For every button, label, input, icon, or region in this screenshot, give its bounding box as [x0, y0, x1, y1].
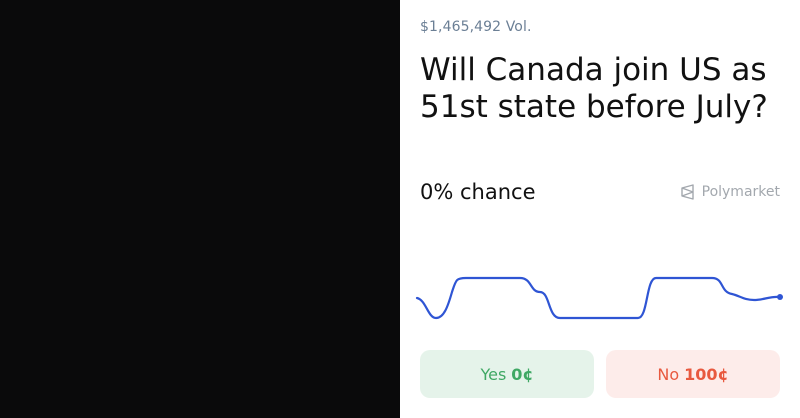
polymarket-logo-icon [680, 184, 696, 200]
no-label: No [657, 364, 680, 384]
no-price: 100¢ [684, 364, 729, 384]
sparkline-endpoint [777, 294, 783, 300]
yes-label: Yes [480, 364, 507, 384]
yes-price: 0¢ [511, 364, 534, 384]
no-button[interactable]: No 100¢ [606, 350, 780, 398]
market-question[interactable]: Will Canada join US as 51st state before… [420, 52, 790, 126]
volume-label: $1,465,492 Vol. [420, 19, 532, 35]
chance-label: 0% chance [420, 180, 536, 204]
brand-name: Polymarket [701, 184, 780, 200]
yes-button[interactable]: Yes 0¢ [420, 350, 594, 398]
market-card[interactable]: $1,465,492 Vol. Will Canada join US as 5… [400, 0, 800, 418]
dark-background-panel [0, 0, 400, 418]
price-sparkline [415, 276, 783, 320]
brand-mark[interactable]: Polymarket [680, 184, 780, 200]
sparkline-path [415, 276, 782, 320]
